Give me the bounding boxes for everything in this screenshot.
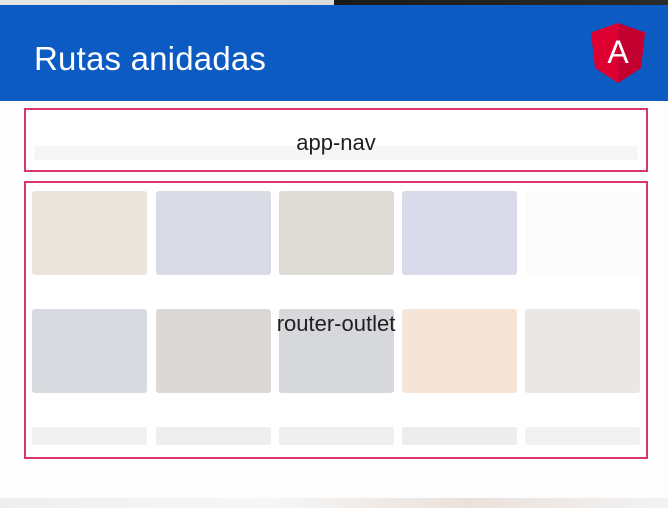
angular-logo-icon: A — [591, 23, 645, 83]
logo-letter: A — [607, 34, 629, 70]
slide-title: Rutas anidadas — [34, 40, 267, 77]
slide-header: Rutas anidadas A — [0, 0, 668, 101]
bottom-strip — [0, 498, 668, 508]
router-outlet-label: router-outlet — [276, 311, 396, 336]
app-nav-box: app-nav — [24, 108, 648, 172]
top-strip — [0, 0, 668, 5]
router-outlet-box: router-outlet — [24, 181, 648, 459]
app-nav-label: app-nav — [296, 130, 376, 155]
